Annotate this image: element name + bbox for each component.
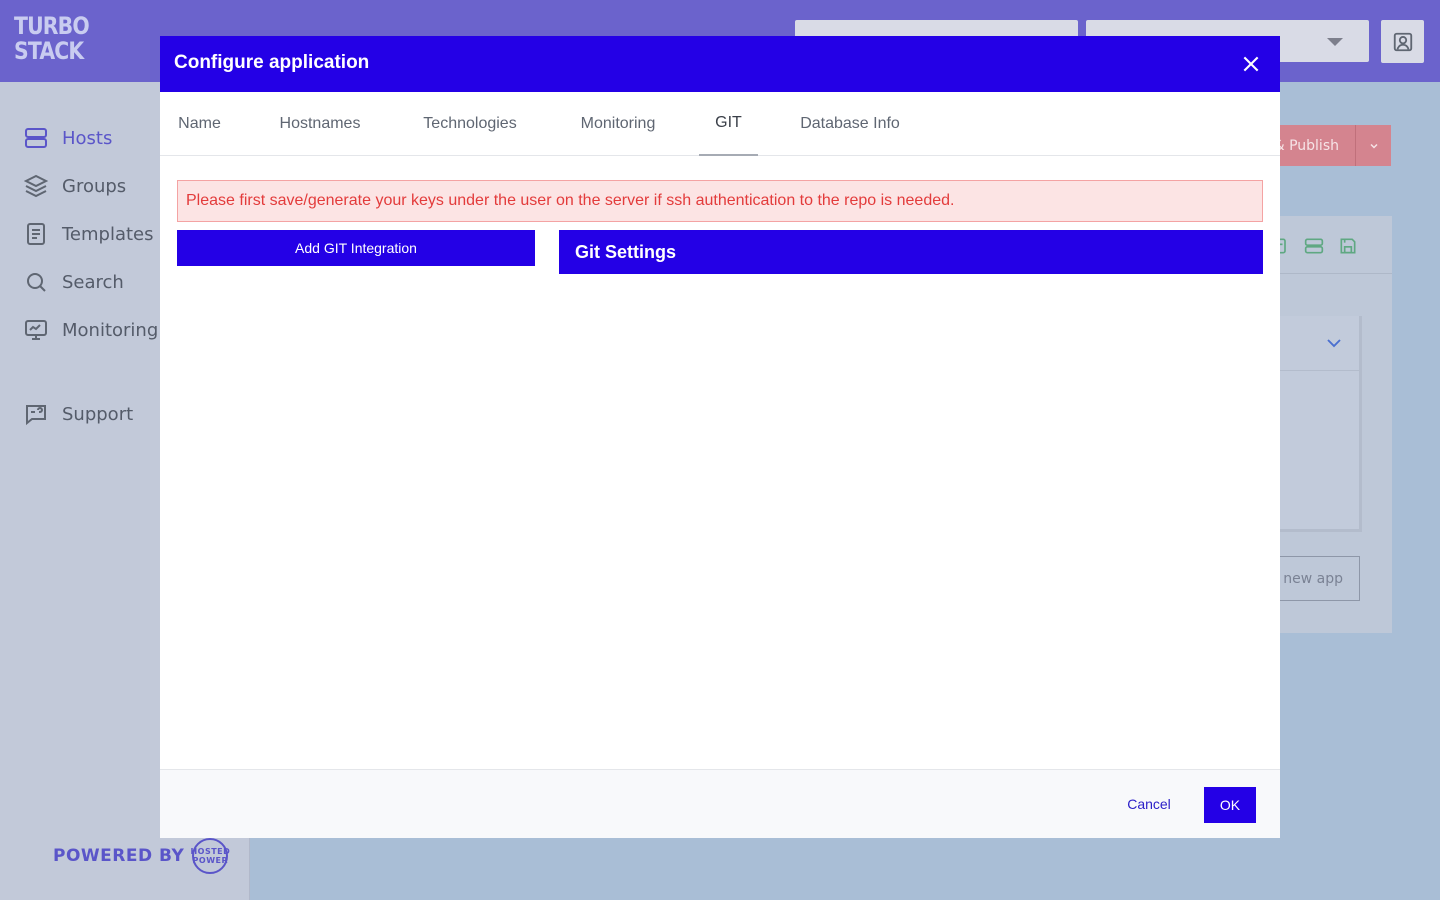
tab-hostnames[interactable]: Hostnames bbox=[277, 92, 363, 156]
sidebar-item-label: Templates bbox=[62, 223, 154, 245]
search-icon bbox=[27, 273, 46, 292]
tab-technologies[interactable]: Technologies bbox=[419, 92, 521, 156]
modal-footer: Cancel OK bbox=[160, 769, 1280, 838]
app-card-actions bbox=[1270, 236, 1358, 256]
layers-icon bbox=[24, 174, 48, 198]
publish-label: & Publish bbox=[1273, 137, 1339, 154]
sidebar-item-label: Support bbox=[62, 403, 134, 425]
hosted-power-logo[interactable]: HOSTED POWER bbox=[190, 838, 231, 874]
configure-application-modal: Configure application Name Hostnames Tec… bbox=[160, 36, 1280, 838]
ok-button[interactable]: OK bbox=[1204, 787, 1256, 823]
powered-by-label: POWERED BY bbox=[53, 846, 185, 866]
badge-line-1: HOSTED bbox=[190, 847, 231, 856]
tab-bar: Name Hostnames Technologies Monitoring G… bbox=[160, 92, 1280, 156]
sidebar-item-search[interactable]: Search bbox=[24, 270, 124, 294]
logo-line-2: STACK bbox=[14, 37, 84, 65]
badge-line-2: POWER bbox=[192, 856, 229, 865]
expand-button[interactable] bbox=[1324, 334, 1344, 356]
sidebar-item-support[interactable]: Support bbox=[24, 402, 133, 426]
publish-dropdown-button[interactable] bbox=[1355, 125, 1391, 166]
monitor-icon bbox=[25, 320, 47, 340]
ssh-keys-alert: Please first save/generate your keys und… bbox=[177, 180, 1263, 222]
chevron-down-icon bbox=[1327, 38, 1343, 46]
chat-help-icon bbox=[26, 405, 46, 426]
tab-monitoring[interactable]: Monitoring bbox=[577, 92, 659, 156]
sidebar-item-templates[interactable]: Templates bbox=[24, 222, 154, 246]
server-icon bbox=[25, 128, 47, 148]
chevron-down-icon bbox=[1369, 143, 1378, 149]
sidebar-item-label: Monitoring bbox=[62, 319, 159, 341]
user-profile-button[interactable] bbox=[1381, 20, 1424, 63]
tab-database-info[interactable]: Database Info bbox=[797, 92, 903, 156]
document-icon bbox=[27, 223, 45, 245]
tab-name[interactable]: Name bbox=[177, 92, 222, 156]
modal-header: Configure application bbox=[160, 36, 1280, 92]
server-icon[interactable] bbox=[1304, 236, 1324, 256]
sidebar-item-hosts[interactable]: Hosts bbox=[24, 126, 112, 150]
user-icon bbox=[1393, 32, 1412, 51]
turbostack-logo[interactable]: TURBO STACK bbox=[14, 12, 90, 68]
cancel-button[interactable]: Cancel bbox=[1114, 788, 1184, 820]
add-git-integration-button[interactable]: Add GIT Integration bbox=[177, 230, 535, 266]
chevron-down-icon bbox=[1327, 339, 1341, 348]
tab-git[interactable]: GIT bbox=[699, 92, 758, 156]
git-settings-header: Git Settings bbox=[559, 230, 1263, 274]
sidebar-item-label: Search bbox=[62, 271, 124, 293]
sidebar-item-monitoring[interactable]: Monitoring bbox=[24, 318, 158, 342]
save-icon[interactable] bbox=[1338, 236, 1358, 256]
sidebar-item-groups[interactable]: Groups bbox=[24, 174, 126, 198]
sidebar-item-label: Hosts bbox=[62, 127, 113, 149]
sidebar-item-label: Groups bbox=[62, 175, 127, 197]
close-button[interactable] bbox=[1236, 50, 1266, 78]
new-app-label: l new app bbox=[1274, 570, 1343, 587]
logo-line-1: TURBO bbox=[14, 12, 90, 40]
powered-by: POWERED BY HOSTED POWER bbox=[53, 838, 231, 874]
close-icon bbox=[1243, 56, 1259, 72]
modal-title: Configure application bbox=[174, 52, 370, 73]
